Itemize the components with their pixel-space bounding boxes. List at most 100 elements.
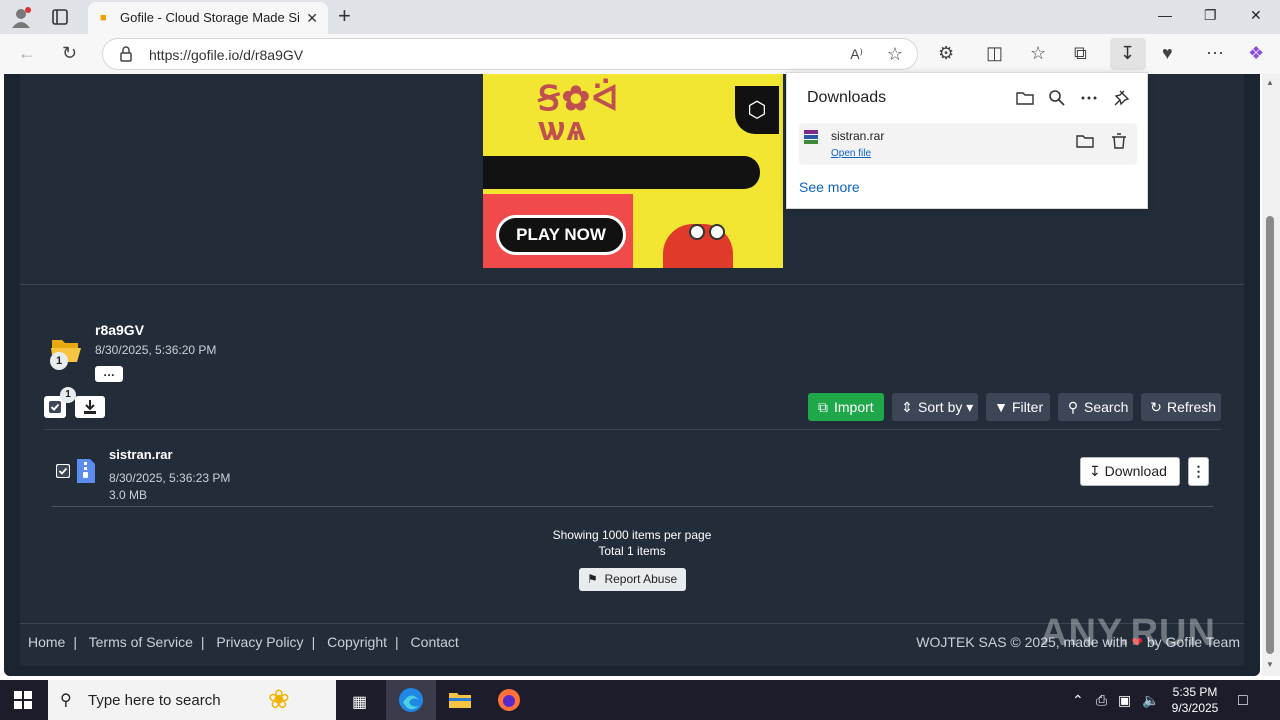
settings-more-icon[interactable]: ⋯ bbox=[1206, 44, 1224, 62]
pin-icon[interactable] bbox=[1112, 88, 1132, 108]
folder-more-button[interactable]: … bbox=[95, 366, 123, 382]
device-icon[interactable]: ⎙ bbox=[1096, 692, 1107, 709]
download-selected-button[interactable] bbox=[75, 396, 105, 418]
favorite-star-icon[interactable]: ☆ bbox=[887, 44, 903, 65]
browser-essentials-icon[interactable]: ♥ bbox=[1162, 44, 1173, 62]
taskbar-edge-active[interactable] bbox=[386, 680, 436, 720]
browser-tab-bar: ■ Gofile - Cloud Storage Made Simple ✕ +… bbox=[0, 0, 1280, 34]
file-date: 8/30/2025, 5:36:23 PM bbox=[109, 471, 231, 485]
profile-icon[interactable] bbox=[10, 6, 32, 28]
footer-link-copyright[interactable]: Copyright bbox=[327, 634, 387, 650]
network-icon[interactable]: ▣ bbox=[1118, 692, 1131, 709]
tab-gofile[interactable]: ■ Gofile - Cloud Storage Made Simple ✕ bbox=[88, 2, 328, 34]
separator: | bbox=[395, 634, 399, 650]
page-scrollbar[interactable]: ▲ ▼ bbox=[1262, 74, 1280, 676]
see-more-link[interactable]: See more bbox=[799, 179, 860, 195]
footer-links: Home | Terms of Service | Privacy Policy | … bbox=[28, 634, 459, 650]
taskbar-search-box[interactable]: ⚲ Type here to search ❀ bbox=[48, 680, 336, 720]
show-hidden-icons-icon[interactable]: ⌃ bbox=[1072, 692, 1084, 709]
task-view-icon[interactable]: ▦ bbox=[352, 692, 367, 712]
anyrun-watermark: ANY.RUN bbox=[1040, 612, 1216, 654]
sort-icon: ⇕ bbox=[901, 399, 913, 415]
folder-date: 8/30/2025, 5:36:20 PM bbox=[95, 343, 217, 357]
caret-down-icon: ▾ bbox=[966, 399, 974, 415]
close-window-icon[interactable]: ✕ bbox=[1250, 7, 1262, 24]
ad-artwork: Ꞩ✿ᐛ ѡѧ bbox=[538, 80, 621, 148]
refresh-label: Refresh bbox=[1167, 399, 1217, 415]
import-button[interactable]: ⧉ Import bbox=[808, 393, 884, 421]
file-explorer-icon[interactable] bbox=[446, 686, 474, 714]
download-button[interactable]: ↧ Download bbox=[1080, 457, 1180, 486]
report-abuse-label: Report Abuse bbox=[604, 572, 678, 586]
tab-actions-icon[interactable] bbox=[50, 7, 70, 27]
download-item[interactable]: sistran.rar Open file bbox=[799, 123, 1137, 165]
windows-taskbar: ⚲ Type here to search ❀ ▦ ⌃ ⎙ ▣ 🔈 5:35 P… bbox=[0, 680, 1280, 720]
new-tab-icon[interactable]: + bbox=[338, 5, 351, 27]
clock-time: 5:35 PM bbox=[1172, 685, 1218, 699]
file-name[interactable]: sistran.rar bbox=[109, 447, 173, 462]
footer-link-terms[interactable]: Terms of Service bbox=[89, 634, 193, 650]
separator: | bbox=[311, 634, 316, 650]
search-downloads-icon[interactable] bbox=[1047, 88, 1067, 108]
restore-icon[interactable]: ❐ bbox=[1204, 7, 1217, 24]
file-more-options-button[interactable]: ⋮ bbox=[1188, 457, 1209, 486]
split-screen-icon[interactable]: ◫ bbox=[986, 44, 1003, 62]
flag-icon: ⚑ bbox=[587, 572, 598, 586]
ad-hex-icon: ⬡ bbox=[735, 86, 779, 134]
downloads-toolbar-button[interactable]: ↧ bbox=[1110, 38, 1146, 70]
extensions-icon[interactable]: ⚙ bbox=[938, 44, 954, 62]
filter-button[interactable]: ▼ Filter bbox=[986, 393, 1050, 421]
scroll-up-icon[interactable]: ▲ bbox=[1266, 78, 1274, 87]
folder-item-count-badge: 1 bbox=[50, 352, 68, 370]
scroll-down-icon[interactable]: ▼ bbox=[1266, 660, 1274, 669]
lock-icon[interactable] bbox=[119, 46, 133, 62]
divider bbox=[52, 506, 1213, 507]
copilot-icon[interactable]: ❖ bbox=[1248, 44, 1264, 62]
volume-icon[interactable]: 🔈 bbox=[1142, 692, 1159, 709]
items-per-page-text: Showing 1000 items per page bbox=[552, 528, 712, 542]
kebab-menu-icon: ⋮ bbox=[1191, 463, 1206, 479]
scrollbar-thumb[interactable] bbox=[1266, 216, 1274, 654]
tab-title: Gofile - Cloud Storage Made Simple bbox=[120, 10, 300, 25]
reload-icon[interactable]: ↻ bbox=[62, 44, 77, 62]
read-aloud-icon[interactable]: A⁾ bbox=[850, 46, 863, 63]
show-in-folder-icon[interactable] bbox=[1075, 131, 1095, 151]
advertisement-banner[interactable]: Ꞩ✿ᐛ ѡѧ ⬡ PLAY NOW bbox=[483, 74, 783, 268]
ad-play-now-button[interactable]: PLAY NOW bbox=[496, 215, 626, 255]
close-tab-icon[interactable]: ✕ bbox=[306, 10, 318, 27]
search-highlight-flowers-icon: ❀ bbox=[268, 684, 290, 714]
firefox-icon[interactable] bbox=[495, 686, 523, 714]
address-bar[interactable]: https://gofile.io/d/r8a9GV A⁾ ☆ bbox=[102, 38, 918, 70]
back-icon[interactable]: ← bbox=[18, 44, 36, 62]
report-abuse-button[interactable]: ⚑ Report Abuse bbox=[579, 568, 686, 591]
more-options-icon[interactable] bbox=[1079, 88, 1099, 108]
open-file-link[interactable]: Open file bbox=[831, 148, 871, 159]
ad-character-eye bbox=[709, 224, 725, 240]
ad-black-bar bbox=[483, 156, 760, 189]
search-button[interactable]: ⚲ Search bbox=[1058, 393, 1133, 421]
selected-count-badge: 1 bbox=[60, 387, 76, 403]
rar-archive-icon bbox=[804, 130, 818, 144]
open-downloads-folder-icon[interactable] bbox=[1015, 88, 1035, 108]
notifications-icon[interactable]: □ bbox=[1238, 692, 1248, 710]
collections-icon[interactable]: ⧉ bbox=[1074, 44, 1087, 62]
minimize-icon[interactable]: — bbox=[1158, 7, 1172, 23]
delete-icon[interactable] bbox=[1109, 131, 1129, 151]
divider bbox=[44, 429, 1221, 430]
taskbar-search-placeholder: Type here to search bbox=[88, 692, 221, 709]
footer-link-privacy[interactable]: Privacy Policy bbox=[216, 634, 303, 650]
search-label: Search bbox=[1084, 399, 1129, 415]
file-select-checkbox[interactable] bbox=[56, 464, 70, 478]
windows-start-icon[interactable] bbox=[14, 691, 32, 709]
downloads-panel-title: Downloads bbox=[807, 89, 887, 106]
import-label: Import bbox=[834, 399, 874, 415]
footer-link-home[interactable]: Home bbox=[28, 634, 65, 650]
favorites-icon[interactable]: ☆ bbox=[1030, 44, 1046, 62]
downloads-panel: Downloads sistran.rar Open file See more bbox=[786, 72, 1148, 209]
taskbar-clock[interactable]: 5:35 PM 9/3/2025 bbox=[1166, 684, 1224, 716]
total-items-text: Total 1 items bbox=[598, 544, 666, 558]
download-label: Download bbox=[1104, 463, 1167, 479]
refresh-button[interactable]: ↻ Refresh bbox=[1141, 393, 1221, 421]
footer-link-contact[interactable]: Contact bbox=[411, 634, 459, 650]
sort-by-button[interactable]: ⇕ Sort by ▾ bbox=[892, 393, 978, 421]
